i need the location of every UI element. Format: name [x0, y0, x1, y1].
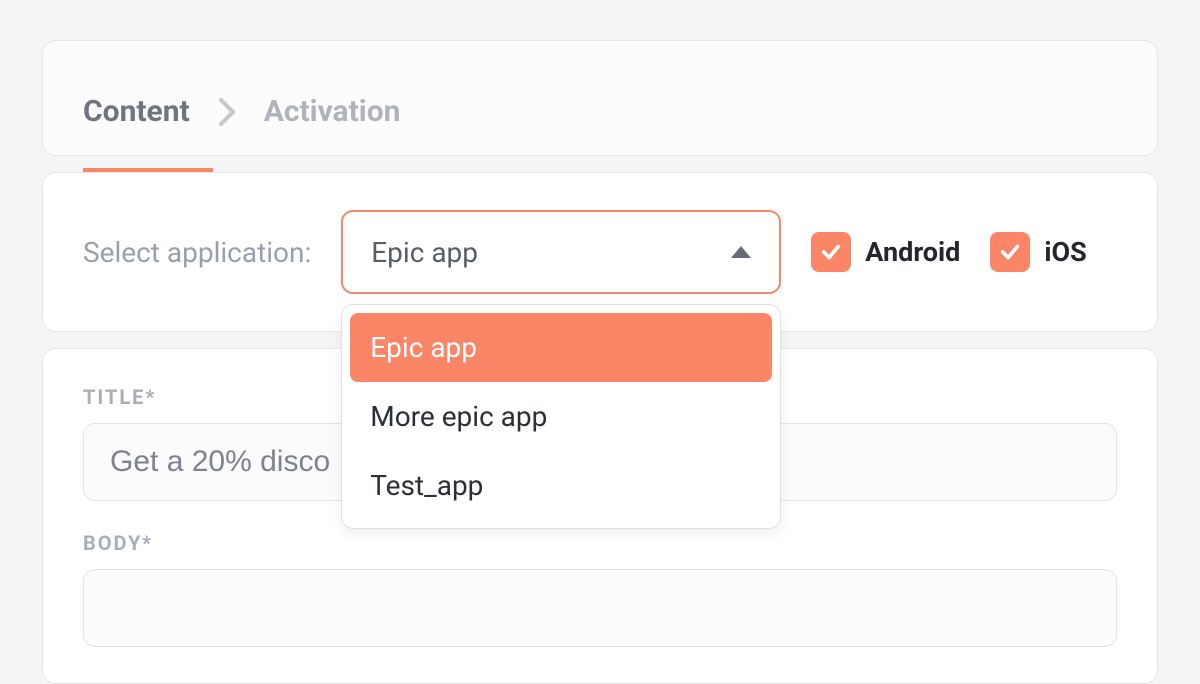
body-field-label: BODY*: [83, 531, 1117, 555]
dropdown-item-label: More epic app: [370, 400, 547, 433]
dropdown-item-label: Epic app: [370, 331, 477, 364]
dropdown-item-label: Test_app: [370, 469, 483, 502]
tab-activation[interactable]: Activation: [264, 94, 401, 130]
select-application-label: Select application:: [83, 236, 311, 269]
dropdown-item-test-app[interactable]: Test_app: [350, 451, 772, 520]
checkbox-android-label: Android: [865, 236, 960, 268]
caret-up-icon: [731, 246, 751, 258]
checkbox-ios-label: iOS: [1044, 236, 1086, 268]
checkbox-ios[interactable]: [990, 232, 1030, 272]
check-icon: [999, 241, 1021, 263]
dropdown-item-epic-app[interactable]: Epic app: [350, 313, 772, 382]
chevron-right-icon: [218, 97, 236, 127]
body-input[interactable]: [83, 569, 1117, 647]
checkbox-android[interactable]: [811, 232, 851, 272]
tab-content-label: Content: [83, 94, 190, 129]
tab-activation-label: Activation: [264, 94, 401, 129]
tab-content[interactable]: Content: [83, 94, 190, 130]
platform-android-group: Android: [811, 232, 960, 272]
application-select-wrap: Epic app Epic app More epic app Test_app: [341, 210, 781, 294]
application-select-value: Epic app: [371, 236, 478, 269]
check-icon: [820, 241, 842, 263]
application-select[interactable]: Epic app: [341, 210, 781, 294]
platform-ios-group: iOS: [990, 232, 1086, 272]
tabs-card: Content Activation: [42, 40, 1158, 156]
application-card: Select application: Epic app Epic app Mo…: [42, 172, 1158, 332]
dropdown-item-more-epic-app[interactable]: More epic app: [350, 382, 772, 451]
application-dropdown: Epic app More epic app Test_app: [341, 304, 781, 529]
